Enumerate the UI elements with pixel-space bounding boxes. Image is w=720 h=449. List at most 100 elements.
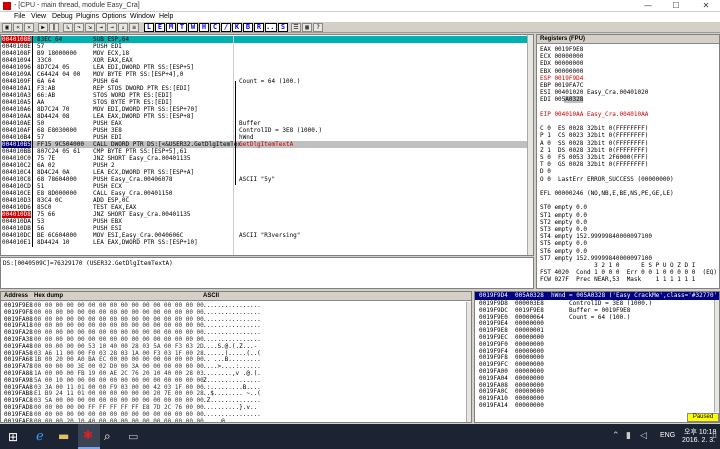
disassembly-row[interactable]: 004010C4 8D4C24 0A LEA ECX,DWORD PTR SS:[E… [1, 169, 527, 176]
menu-options[interactable]: Options [102, 13, 126, 20]
menu-file[interactable]: File [14, 13, 25, 20]
disassembly-row[interactable]: 0040108F B9 18000000 MOV ECX,18 [1, 50, 527, 57]
register-line[interactable]: ST0 empty 0.0 [540, 204, 587, 211]
disassembly-row[interactable]: 0040109A C64424 04 00 MOV BYTE PTR SS:[ESP… [1, 71, 527, 78]
register-line[interactable]: C 0 ES 0028 32bit 0(FFFFFFFF) [540, 125, 648, 132]
stack-scrollbar[interactable] [714, 300, 719, 412]
memory-window-button[interactable]: M [166, 23, 176, 32]
menu-debug[interactable]: Debug [52, 13, 73, 20]
register-line[interactable]: ST7 empty 152.99999840000097100 [540, 255, 652, 262]
register-line[interactable]: ESI 00401020 Easy_Cra.00401020 [540, 89, 648, 96]
register-line[interactable]: ESP 0019F9D4 [540, 75, 583, 82]
disassembly-row[interactable]: 004010AF 68 E8030000 PUSH 3E8 ControlID = 3… [1, 127, 527, 134]
run-icon[interactable]: ▶ [38, 23, 48, 32]
action-center-icon[interactable]: ▯ [712, 430, 717, 440]
start-icon[interactable]: ⊞ [8, 430, 18, 444]
disassembly-row[interactable]: 004010D6 85C0 TEST EAX,EAX [1, 204, 527, 211]
disassembly-row[interactable]: 004010CE E8 8D000000 CALL Easy_Cra.0040115… [1, 190, 527, 197]
dump-row[interactable]: 0019FAF8 00 00 00 20 10 40 00 00 00 00 00… [1, 418, 467, 422]
disassembly-row[interactable]: 004010C8 68 78604000 PUSH Easy_Cra.0040607… [1, 176, 527, 183]
trace-icon[interactable]: ≡ [129, 23, 139, 32]
animate-over-icon[interactable]: ⇥ [96, 23, 106, 32]
register-line[interactable]: FST 4020 Cond 1 0 0 0 Err 0 0 1 0 0 0 0 … [540, 269, 717, 276]
disassembly-pane[interactable]: 0040108B 83EC 64 SUB ESP,64 0040108E 57 PUSH … [0, 34, 534, 256]
register-line[interactable]: EDX 00000000 [540, 60, 583, 67]
log-window-button[interactable]: L [144, 23, 154, 32]
run-trace-window-button[interactable]: ... [265, 23, 279, 32]
disassembly-row[interactable]: 0040108B 83EC 64 SUB ESP,64 [1, 36, 527, 43]
volume-icon[interactable]: ◁ [640, 431, 647, 441]
ollydbg-taskbar-button[interactable]: ✱ [78, 424, 100, 449]
menu-plugins[interactable]: Plugins [76, 13, 99, 20]
register-line[interactable]: 3 2 1 0 E S P U O Z D I [540, 262, 695, 269]
references-window-button[interactable]: R [254, 23, 264, 32]
register-line[interactable]: P 1 CS 0023 32bit 0(FFFFFFFF) [540, 132, 648, 139]
app-icon[interactable]: ▭ [128, 430, 138, 443]
register-line[interactable]: S 0 FS 0053 32bit 2F6000(FFF) [540, 154, 648, 161]
registers-pane[interactable]: Registers (FPU) EAX 0019F9E8 ECX 00000000… [536, 34, 720, 289]
disassembly-row[interactable]: 004010AA 8D4424 08 LEA EAX,DWORD PTR SS:[E… [1, 113, 527, 120]
register-line[interactable]: ST6 empty 0.0 [540, 248, 587, 255]
register-line[interactable]: ST5 empty 0.0 [540, 240, 587, 247]
stack-row[interactable]: 0019FA14 00000000 [475, 402, 713, 409]
register-line[interactable]: EBX 00000000 [540, 68, 583, 75]
help-icon[interactable]: ? [313, 23, 323, 32]
grid-icon[interactable]: ▦ [302, 23, 312, 32]
stack-top-row[interactable]: 0019F9D4 005A0328 hWnd = 005A0328 ('Easy… [475, 292, 719, 300]
magnifier-icon[interactable]: ⌕ [104, 429, 111, 444]
disassembly-row[interactable]: 00401094 33C0 XOR EAX,EAX [1, 57, 527, 64]
tray-chevron-icon[interactable]: ⌃ [612, 431, 620, 441]
disassembly-row[interactable]: 004010D3 83C4 0C ADD ESP,0C [1, 197, 527, 204]
disassembly-row[interactable]: 004010D8 75 66 JNZ SHORT Easy_Cra.00401135 [1, 211, 527, 218]
call-stack-window-button[interactable]: K [232, 23, 242, 32]
disassembly-row[interactable]: 004010AE 50 PUSH EAX Buffer [1, 120, 527, 127]
disassembly-row[interactable]: 004010E1 8D4424 10 LEA EAX,DWORD PTR SS:[E… [1, 239, 527, 246]
disassembly-row[interactable]: 004010A6 8D7C24 70 MOV EDI,DWORD PTR SS:[E… [1, 106, 527, 113]
disassembly-row[interactable]: 004010DA 53 PUSH EBX [1, 218, 527, 225]
handles-window-button[interactable]: H [199, 23, 209, 32]
windows-window-button[interactable]: W [188, 23, 198, 32]
disassembly-row[interactable]: 004010DC BE 6C604000 MOV ESI,Easy_Cra.0040… [1, 232, 527, 239]
register-line[interactable]: ST4 empty 152.99999840000097100 [540, 233, 652, 240]
dump-scrollbar[interactable] [466, 302, 471, 422]
register-line[interactable]: Z 1 DS 0028 32bit 0(FFFFFFFF) [540, 147, 648, 154]
disassembly-row[interactable]: 004010C2 6A 02 PUSH 2 [1, 162, 527, 169]
step-into-icon[interactable]: ↳ [63, 23, 73, 32]
disassembly-row[interactable]: 0040109F 6A 64 PUSH 64 Count = 64 (100.) [1, 78, 527, 85]
explorer-icon[interactable]: ▬ [58, 429, 69, 443]
edge-icon[interactable]: ℯ [36, 429, 44, 444]
clock-date[interactable]: 2016. 2. 3. [682, 437, 715, 444]
register-line[interactable]: D 0 [540, 168, 551, 175]
disassembly-row[interactable]: 00401096 8D7C24 05 LEA EDI,DWORD PTR SS:[E… [1, 64, 527, 71]
register-line[interactable]: EDI 005A0328 [540, 96, 584, 104]
minimize-button[interactable]: — [634, 0, 662, 12]
execute-till-return-icon[interactable]: → [107, 23, 117, 32]
register-line[interactable]: EBP 0019FA7C [540, 82, 583, 89]
disassembly-row[interactable]: 004010B4 57 PUSH EDI hWnd [1, 134, 527, 141]
breakpoints-window-button[interactable]: B [243, 23, 253, 32]
maximize-button[interactable]: ☐ [662, 0, 690, 12]
cpu-window-button[interactable]: C [210, 23, 220, 32]
register-line[interactable]: ST1 empty 0.0 [540, 212, 587, 219]
language-indicator[interactable]: ENG [660, 432, 675, 439]
modules-window-button[interactable]: E [155, 23, 165, 32]
disassembly-row[interactable]: 0040108E 57 PUSH EDI [1, 43, 527, 50]
register-line[interactable]: FCW 027F Prec NEAR,53 Mask 1 1 1 1 1 1 [540, 276, 695, 283]
menu-help[interactable]: Help [159, 13, 173, 20]
close-button[interactable]: ✕ [692, 0, 720, 12]
menu-window[interactable]: Window [130, 13, 155, 20]
restart-icon[interactable]: « [13, 23, 23, 32]
disassembly-row[interactable]: 004010DB 56 PUSH ESI [1, 225, 527, 232]
disassembly-row[interactable]: 004010A3 66:AB STOS WORD PTR ES:[EDI] [1, 92, 527, 99]
register-line[interactable]: EIP 004010AA Easy_Cra.004010AA [540, 111, 648, 118]
register-line[interactable]: A 0 SS 0028 32bit 0(FFFFFFFF) [540, 140, 648, 147]
register-line[interactable]: EAX 0019F9E8 [540, 46, 583, 53]
go-to-icon[interactable]: ↓ [118, 23, 128, 32]
disassembly-row[interactable]: 004010BB 807C24 05 61 CMP BYTE PTR SS:[ESP… [1, 148, 527, 155]
network-icon[interactable]: ▮ [626, 431, 631, 441]
open-icon[interactable]: ▣ [2, 23, 12, 32]
source-window-button[interactable]: S [278, 23, 288, 32]
disassembly-scrollbar[interactable] [527, 35, 533, 255]
register-line[interactable]: T 0 GS 0028 32bit 0(FFFFFFFF) [540, 161, 648, 168]
animate-into-icon[interactable]: ⇲ [85, 23, 95, 32]
